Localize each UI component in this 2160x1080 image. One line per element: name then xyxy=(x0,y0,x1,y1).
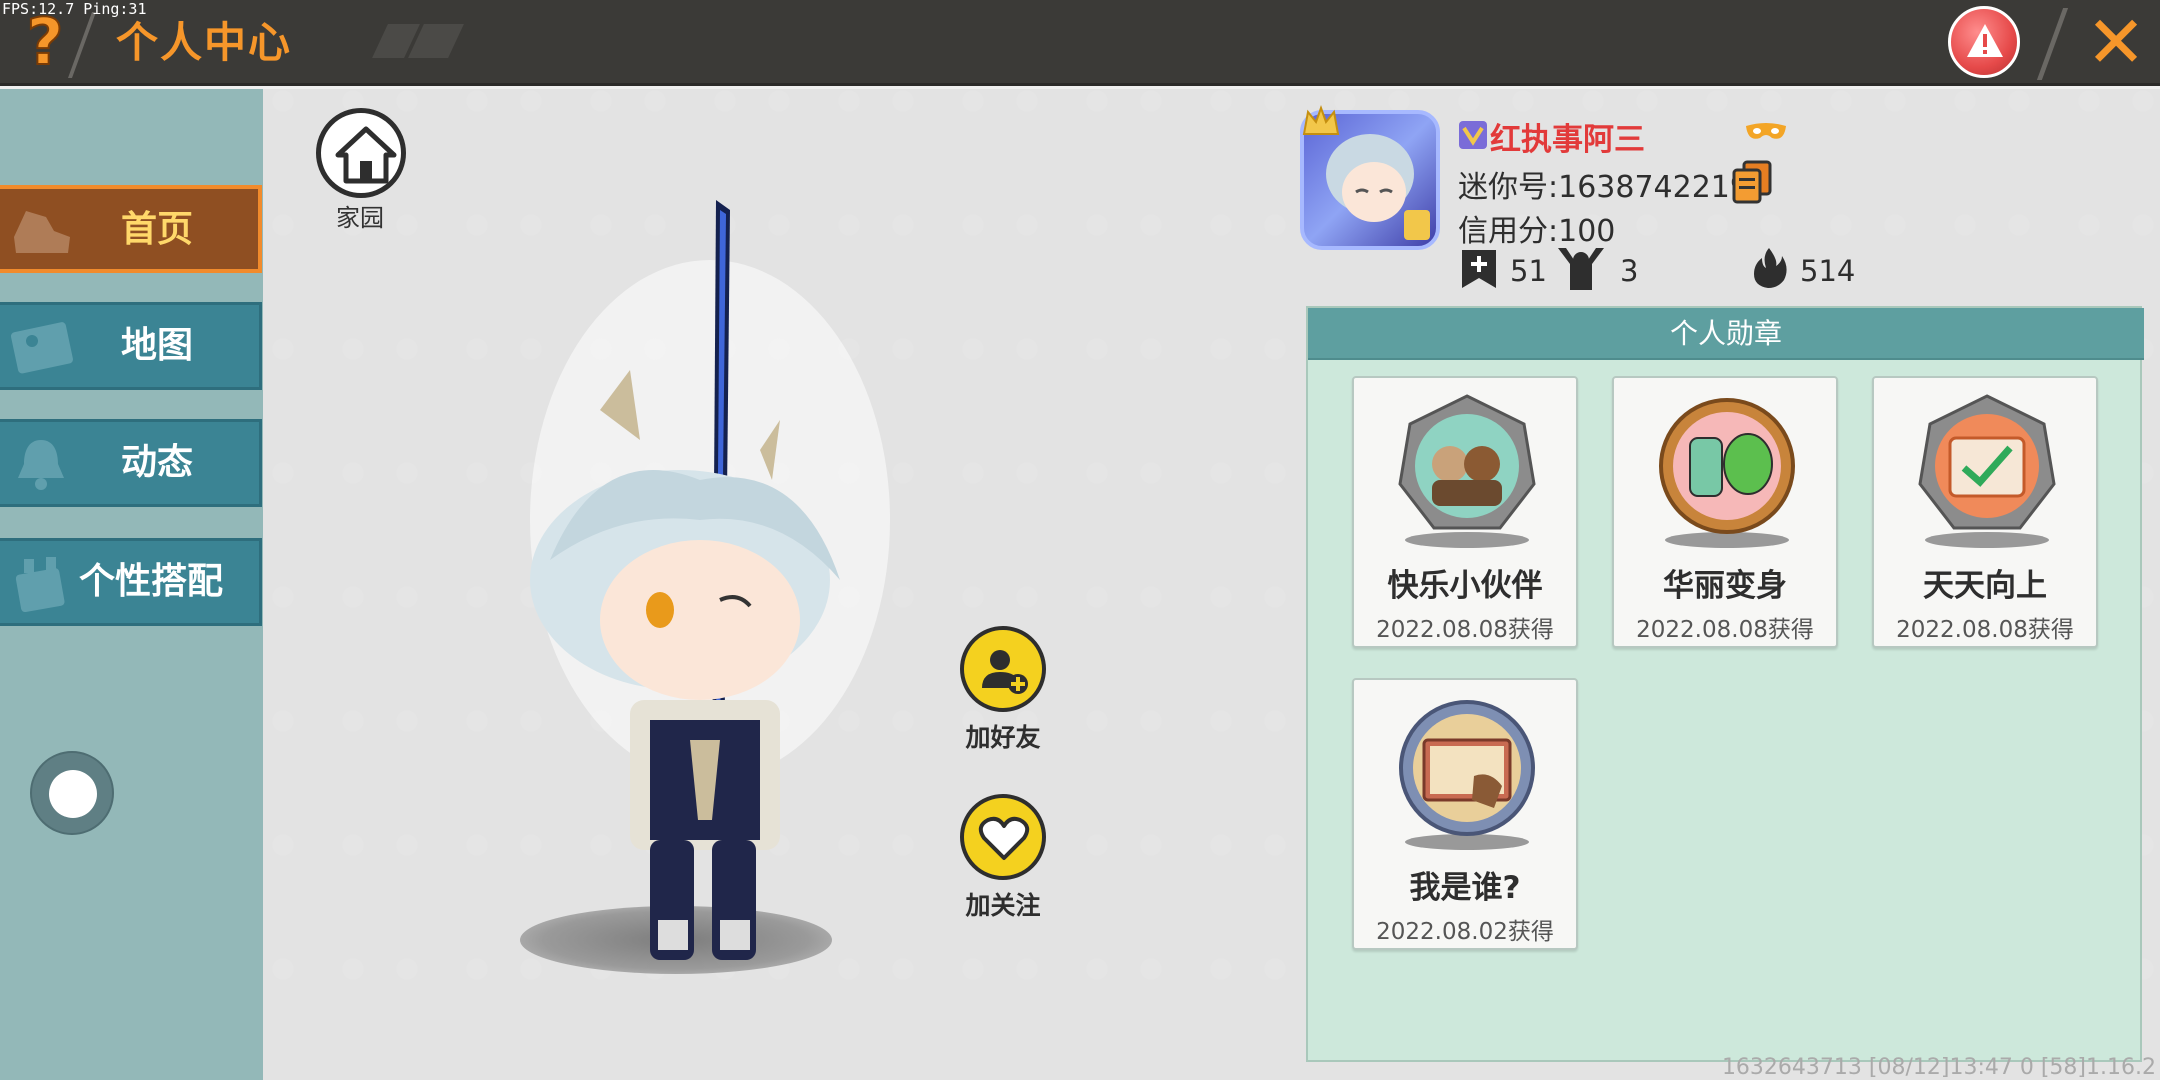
medal-panel: 个人勋章 快乐小伙伴 2022.08.08获得 华丽变身 2022.08.08获… xyxy=(1306,306,2144,1062)
sidebar-item-map[interactable]: 地图 xyxy=(0,302,262,390)
top-bar: ? 个人中心 ✕ xyxy=(0,0,2160,86)
house-icon xyxy=(335,126,397,184)
sidebar-item-label: 个性搭配 xyxy=(78,561,223,602)
add-user-icon xyxy=(982,650,1028,694)
medal-name: 快乐小伙伴 xyxy=(1387,568,1543,604)
mask-icon[interactable] xyxy=(1744,120,1788,146)
sidebar-item-home[interactable]: 首页 xyxy=(0,185,262,273)
medal-card[interactable]: 我是谁? 2022.08.02获得 xyxy=(1352,678,1578,950)
medal-name: 我是谁? xyxy=(1409,870,1521,906)
home-button[interactable] xyxy=(316,108,406,198)
medal-panel-title: 个人勋章 xyxy=(1308,308,2144,360)
medal-date: 2022.08.08获得 xyxy=(1896,617,2074,643)
add-friend-label: 加好友 xyxy=(965,723,1041,752)
warning-icon xyxy=(1967,24,2003,57)
medal-name: 天天向上 xyxy=(1923,568,2047,604)
stat-value: 3 xyxy=(1620,254,1639,288)
divider xyxy=(2036,8,2069,80)
copy-icon[interactable] xyxy=(1732,160,1772,204)
page-title: 个人中心 xyxy=(116,18,293,67)
bookmark-plus-icon xyxy=(1462,250,1496,288)
medal-who-am-i-icon xyxy=(1399,700,1535,850)
credit-score: 信用分:100 xyxy=(1458,214,1616,249)
sidebar-item-label: 首页 xyxy=(120,209,193,250)
medal-card[interactable]: 天天向上 2022.08.08获得 xyxy=(1872,376,2098,648)
stat-value: 514 xyxy=(1800,254,1856,288)
medal-name: 华丽变身 xyxy=(1663,568,1787,604)
fps-readout: FPS:12.7 Ping:31 xyxy=(2,0,147,18)
fans-icon xyxy=(1558,248,1604,290)
sidebar: 首页 地图 动态 个性搭配 xyxy=(0,89,263,1080)
floating-toggle-button[interactable] xyxy=(30,751,114,835)
medal-date: 2022.08.02获得 xyxy=(1376,919,1554,945)
build-info: 1632643713 [08/12]13:47 0 [58]1.16.2 xyxy=(1721,1055,2156,1080)
sidebar-item-moments[interactable]: 动态 xyxy=(0,419,262,507)
follow-label: 加关注 xyxy=(965,891,1041,920)
nickname: 红执事阿三 xyxy=(1490,122,1645,158)
sidebar-item-label: 动态 xyxy=(120,442,193,483)
medal-card[interactable]: 华丽变身 2022.08.08获得 xyxy=(1612,376,1838,648)
flame-icon xyxy=(1754,248,1787,288)
close-button[interactable]: ✕ xyxy=(2080,4,2152,80)
home-label: 家园 xyxy=(336,204,384,232)
add-friend-button[interactable] xyxy=(960,626,1046,712)
medal-daily-progress-icon xyxy=(1918,394,2056,548)
sidebar-item-outfit[interactable]: 个性搭配 xyxy=(0,538,262,626)
medal-transform-icon xyxy=(1659,398,1795,548)
mini-id: 迷你号:1638742219 xyxy=(1458,170,1749,205)
crown-icon xyxy=(1302,105,1340,135)
player-character[interactable] xyxy=(480,180,920,980)
heart-icon xyxy=(978,816,1030,860)
sidebar-item-label: 地图 xyxy=(120,325,193,366)
report-button[interactable] xyxy=(1948,6,2020,78)
stat-value: 51 xyxy=(1510,254,1547,288)
medal-card[interactable]: 快乐小伙伴 2022.08.08获得 xyxy=(1352,376,1578,648)
medal-date: 2022.08.08获得 xyxy=(1376,617,1554,643)
medal-happy-friends-icon xyxy=(1398,394,1536,548)
follow-button[interactable] xyxy=(960,794,1046,880)
vip-badge-icon xyxy=(1459,121,1487,149)
medal-date: 2022.08.08获得 xyxy=(1636,617,1814,643)
